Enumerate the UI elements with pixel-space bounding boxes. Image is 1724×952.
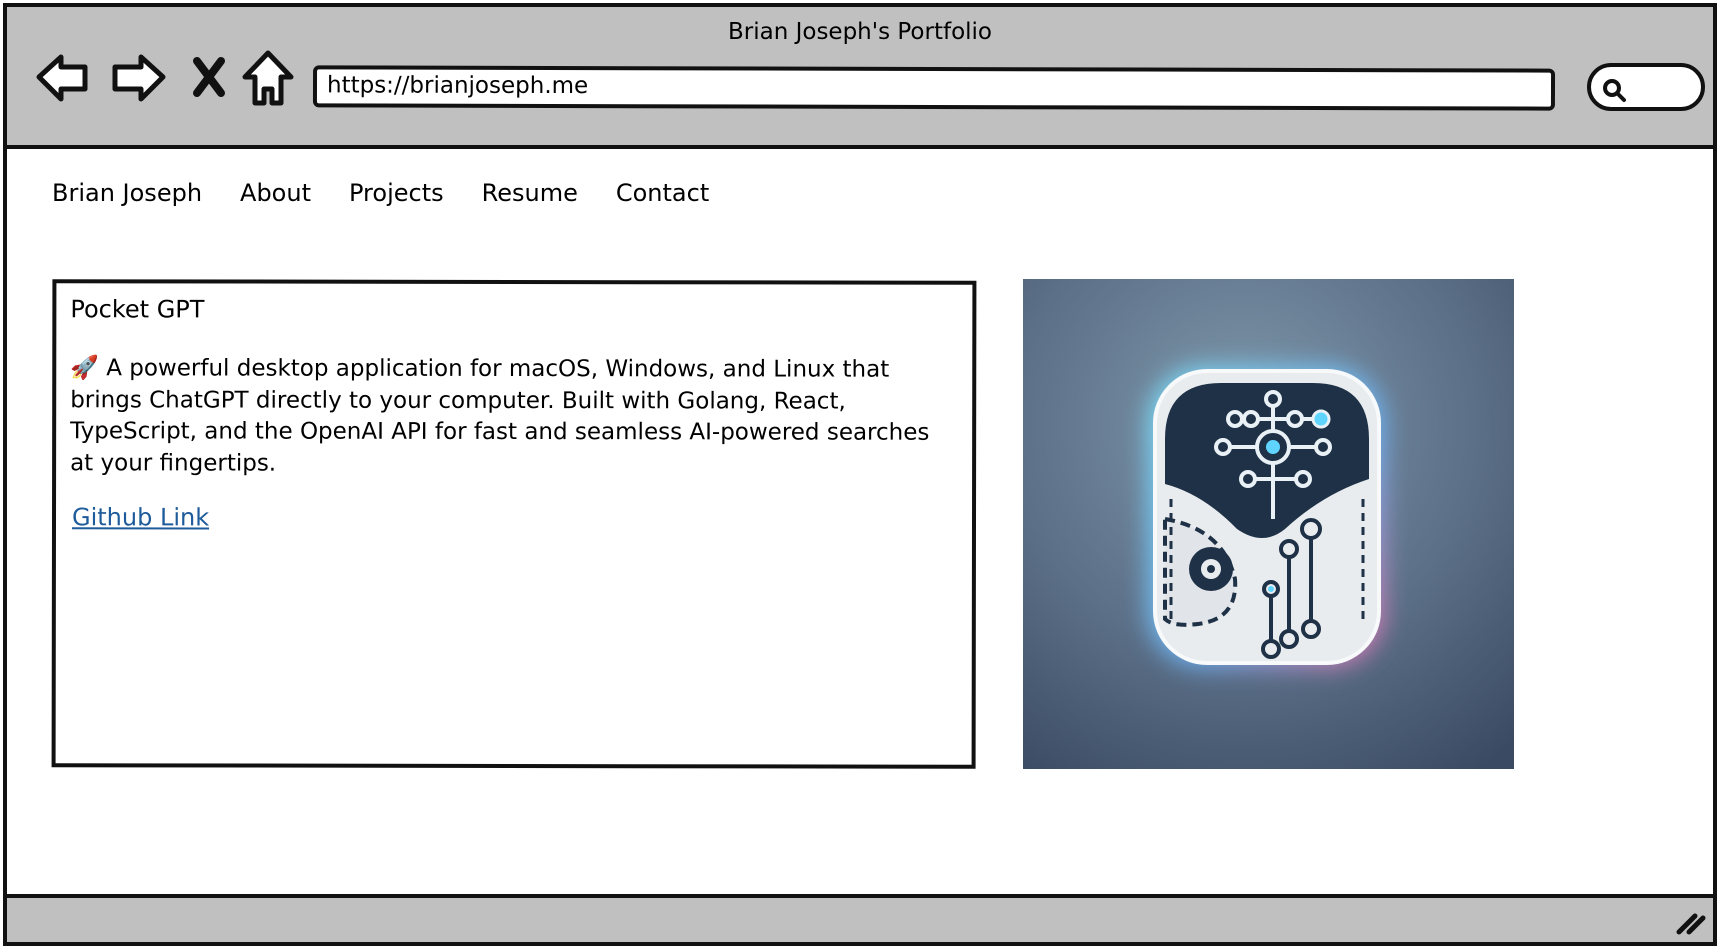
url-input[interactable]: https://brianjoseph.me [312, 65, 1556, 111]
status-bar [7, 894, 1713, 942]
nav-item-brian-joseph[interactable]: Brian Joseph [52, 179, 202, 207]
github-link[interactable]: Github Link [72, 503, 209, 531]
close-icon[interactable] [191, 55, 227, 99]
nav-item-resume[interactable]: Resume [482, 179, 578, 207]
browser-toolbar: Brian Joseph's Portfolio https://brianjo… [7, 7, 1713, 149]
circuit-pocket-icon [1148, 367, 1384, 667]
nav-item-about[interactable]: About [240, 179, 311, 207]
resize-grip-icon[interactable] [1673, 908, 1707, 936]
project-image [1023, 279, 1514, 769]
forward-arrow-icon[interactable] [109, 49, 169, 105]
nav-item-contact[interactable]: Contact [616, 179, 709, 207]
project-description: 🚀 A powerful desktop application for mac… [70, 353, 958, 481]
project-description-text: A powerful desktop application for macOS… [70, 355, 930, 477]
project-card: Pocket GPT 🚀 A powerful desktop applicat… [51, 279, 977, 769]
browser-window: Brian Joseph's Portfolio https://brianjo… [3, 3, 1717, 946]
search-icon [1603, 79, 1626, 102]
rocket-icon: 🚀 [70, 355, 99, 382]
site-navigation: Brian Joseph About Projects Resume Conta… [52, 179, 709, 207]
home-icon[interactable] [241, 49, 295, 107]
nav-item-projects[interactable]: Projects [349, 179, 444, 207]
search-input[interactable] [1587, 63, 1705, 111]
back-arrow-icon[interactable] [33, 49, 93, 105]
window-title: Brian Joseph's Portfolio [727, 19, 992, 45]
project-title: Pocket GPT [70, 295, 205, 324]
